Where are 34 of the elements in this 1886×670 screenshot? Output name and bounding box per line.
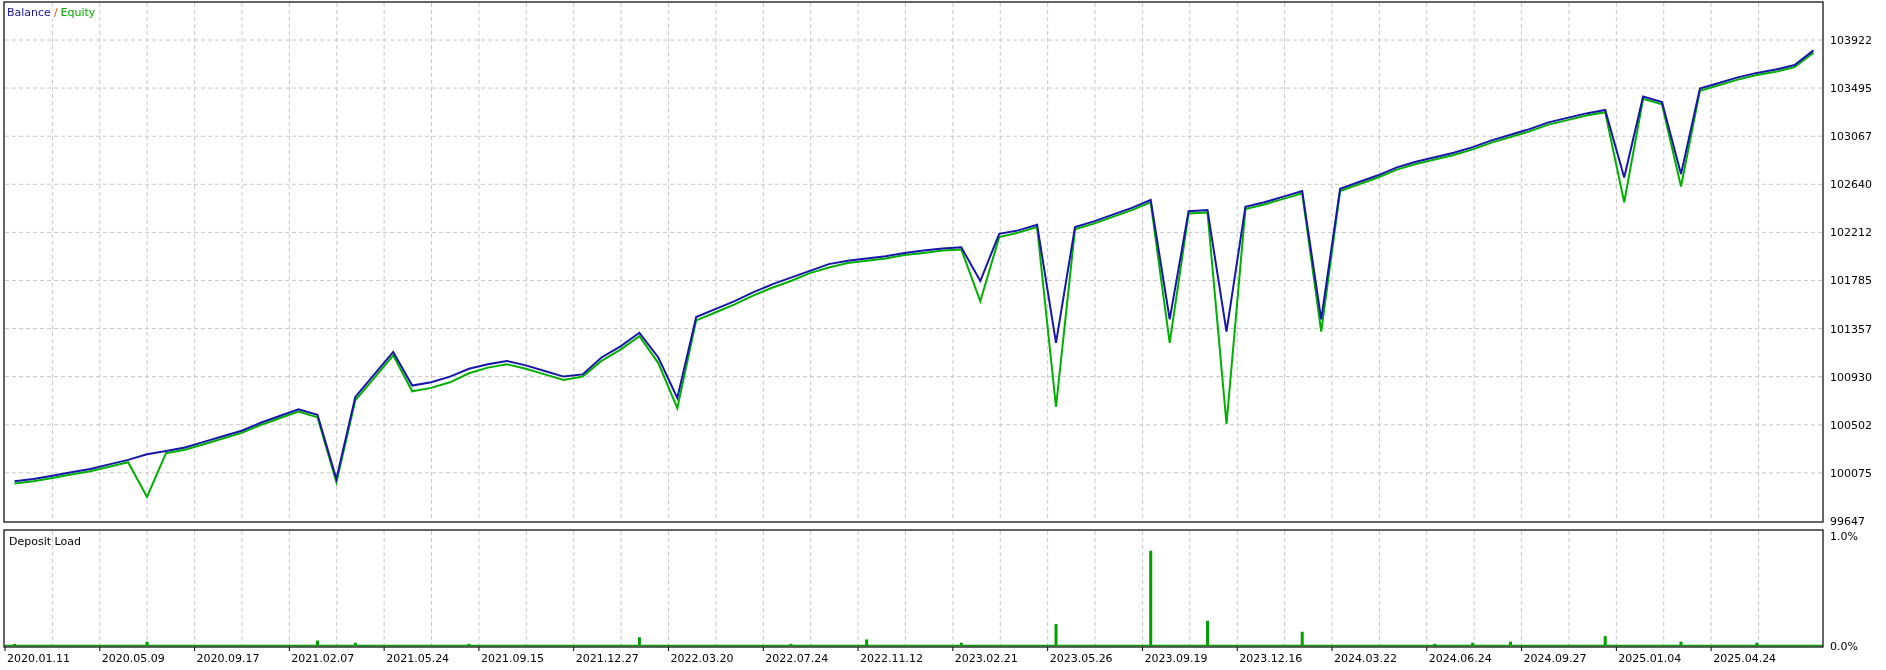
axis-label: 102640	[1830, 178, 1872, 192]
axis-label: 2022.11.12	[860, 652, 924, 665]
axis-label: 2022.07.24	[765, 652, 829, 665]
axis-label: 101357	[1830, 322, 1872, 336]
axis-label: 100930	[1830, 370, 1872, 384]
axis-label: 2023.05.26	[1049, 652, 1113, 665]
axis-label: 2020.05.09	[101, 652, 165, 665]
axis-label: 2023.12.16	[1239, 652, 1303, 665]
axis-label: 99647	[1830, 515, 1865, 528]
axis-label: 2025.04.24	[1713, 652, 1777, 665]
axis-label: 0.0%	[1830, 640, 1858, 653]
axis-label: 2021.09.15	[480, 652, 544, 665]
axis-label: 1.0%	[1830, 530, 1858, 544]
axis-label: 2024.06.24	[1428, 652, 1492, 665]
axis-label: 103495	[1830, 82, 1872, 96]
axis-label: 100075	[1830, 466, 1872, 480]
axis-label: 100502	[1830, 418, 1872, 432]
axis-label: 103922	[1830, 34, 1872, 47]
axis-label: 2023.02.21	[954, 652, 1018, 665]
axis-label: 2021.12.27	[575, 652, 639, 665]
axis-label: 101785	[1830, 274, 1872, 288]
axis-label: 2021.02.07	[291, 652, 355, 665]
axis-label: 2021.05.24	[386, 652, 450, 665]
axis-label: 102212	[1830, 226, 1872, 240]
axis-label: 2023.09.19	[1144, 652, 1208, 665]
axis-label: 2025.01.04	[1618, 652, 1682, 665]
axis-label: 2024.03.22	[1334, 652, 1397, 665]
axis-label: 103067	[1830, 130, 1872, 144]
axis-label: 2024.09.27	[1523, 652, 1587, 665]
panel-title: Deposit Load	[9, 535, 81, 548]
chart-legend: Balance / Equity	[7, 6, 96, 19]
axis-label: 2020.09.17	[196, 652, 260, 665]
axis-label: 2022.03.20	[670, 652, 734, 665]
axis-label: 2020.01.11	[7, 652, 70, 665]
